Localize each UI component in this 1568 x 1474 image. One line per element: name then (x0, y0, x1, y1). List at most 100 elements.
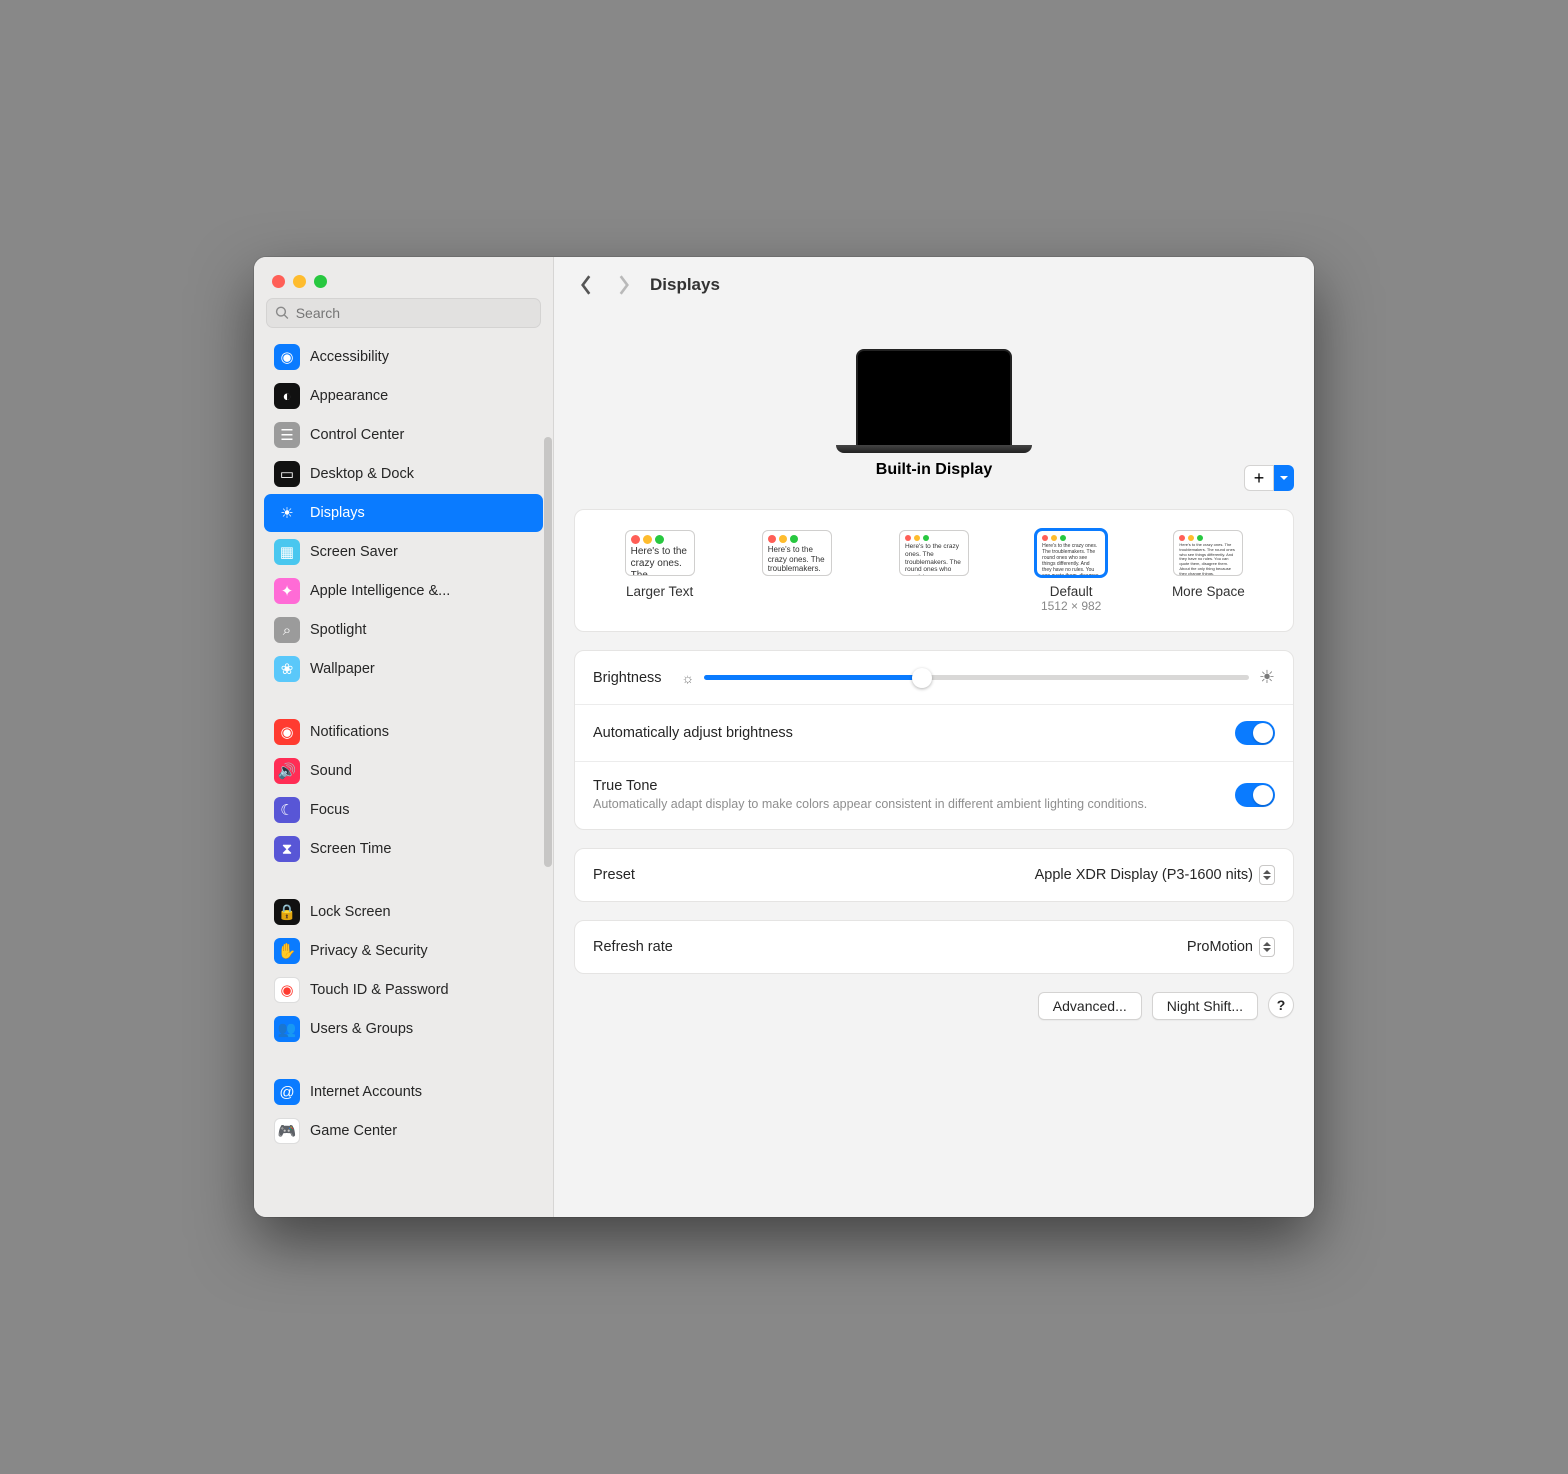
sidebar-item-label: Displays (310, 505, 365, 521)
sidebar-item-label: Game Center (310, 1123, 397, 1139)
fingerprint-icon: ◉ (274, 977, 300, 1003)
sidebar-item-label: Internet Accounts (310, 1084, 422, 1100)
flower-icon: ❀ (274, 656, 300, 682)
brightness-thumb[interactable] (912, 668, 932, 688)
sidebar-item-label: Lock Screen (310, 904, 391, 920)
resolution-option-3[interactable]: Here's to the crazy ones. The troublemak… (1012, 530, 1130, 613)
person-arms-icon: ◉ (274, 344, 300, 370)
add-display-button[interactable]: + (1244, 465, 1274, 491)
sidebar: ◉ Accessibility ◐Appearance☰Control Center… (254, 257, 554, 1217)
true-tone-toggle[interactable] (1235, 783, 1275, 807)
settings-window: ◉ Accessibility ◐Appearance☰Control Center… (254, 257, 1314, 1217)
search-icon (275, 305, 290, 321)
resolution-label: Larger Text (601, 584, 719, 599)
resolution-options: Here's to the crazy ones. The troublemak… (575, 510, 1293, 631)
sidebar-item-desktop-dock[interactable]: ▭ Desktop & Dock (264, 455, 543, 493)
brightness-track[interactable] (704, 675, 1249, 680)
resolution-thumb: Here's to the crazy ones. The troublemak… (1036, 530, 1106, 576)
sidebar-item-appearance[interactable]: ◐Appearance (264, 377, 543, 415)
sidebar-item-displays[interactable]: ☀ Displays (264, 494, 543, 532)
sidebar-item-game-center[interactable]: 🎮 Game Center (264, 1112, 543, 1150)
sidebar-item-notifications[interactable]: ◉Notifications (264, 713, 543, 751)
night-shift-button[interactable]: Night Shift... (1152, 992, 1258, 1020)
page-title: Displays (650, 275, 720, 295)
minimize-window-button[interactable] (293, 275, 306, 288)
sidebar-item-label: Users & Groups (310, 1021, 413, 1037)
resolution-thumb: Here's to the crazy ones. The troublemak… (899, 530, 969, 576)
sidebar-item-touch-id-password[interactable]: ◉ Touch ID & Password (264, 971, 543, 1009)
sidebar-item-label: Touch ID & Password (310, 982, 449, 998)
gamepad-icon: 🎮 (274, 1118, 300, 1144)
resolution-option-0[interactable]: Here's to the crazy ones. The troublemak… (601, 530, 719, 599)
sidebar-item-privacy-security[interactable]: ✋Privacy & Security (264, 932, 543, 970)
sidebar-item-users-groups[interactable]: 👥 Users & Groups (264, 1010, 543, 1048)
sidebar-item-label: Accessibility (310, 349, 389, 365)
sidebar-item-wallpaper[interactable]: ❀ Wallpaper (264, 650, 543, 688)
sidebar-item-accessibility[interactable]: ◉ Accessibility (264, 338, 543, 376)
brightness-label: Brightness (593, 670, 662, 686)
sidebar-item-label: Sound (310, 763, 352, 779)
resolution-option-1[interactable]: Here's to the crazy ones. The troublemak… (738, 530, 856, 599)
window-icon: ▭ (274, 461, 300, 487)
preset-panel: Preset Apple XDR Display (P3-1600 nits) (574, 848, 1294, 902)
photo-icon: ▦ (274, 539, 300, 565)
footer-buttons: Advanced... Night Shift... ? (574, 992, 1294, 1020)
auto-brightness-toggle[interactable] (1235, 721, 1275, 745)
sidebar-item-control-center[interactable]: ☰Control Center (264, 416, 543, 454)
true-tone-description: Automatically adapt display to make colo… (593, 796, 1153, 813)
laptop-icon (856, 349, 1012, 447)
window-controls (254, 257, 553, 298)
sidebar-item-sound[interactable]: 🔊 Sound (264, 752, 543, 790)
close-window-button[interactable] (272, 275, 285, 288)
preset-select[interactable]: Apple XDR Display (P3-1600 nits) (1035, 865, 1275, 885)
resolution-thumb: Here's to the crazy ones. The troublemak… (1173, 530, 1243, 576)
sidebar-item-screen-time[interactable]: ⧗Screen Time (264, 830, 543, 868)
hand-icon: ✋ (274, 938, 300, 964)
preset-label: Preset (593, 867, 635, 883)
refresh-panel: Refresh rate ProMotion (574, 920, 1294, 974)
resolution-label: More Space (1149, 584, 1267, 599)
display-name: Built-in Display (574, 461, 1294, 479)
maximize-window-button[interactable] (314, 275, 327, 288)
stepper-icon (1259, 865, 1275, 885)
sidebar-item-lock-screen[interactable]: 🔒Lock Screen (264, 893, 543, 931)
preset-value: Apple XDR Display (P3-1600 nits) (1035, 867, 1253, 883)
sidebar-item-spotlight[interactable]: ⌕ Spotlight (264, 611, 543, 649)
advanced-button[interactable]: Advanced... (1038, 992, 1142, 1020)
moon-icon: ☾ (274, 797, 300, 823)
sidebar-item-label: Desktop & Dock (310, 466, 414, 482)
speaker-icon: 🔊 (274, 758, 300, 784)
sidebar-item-apple-intelligence-[interactable]: ✦Apple Intelligence &... (264, 572, 543, 610)
resolution-thumb: Here's to the crazy ones. The troublemak… (762, 530, 832, 576)
add-display-control: + (1244, 465, 1294, 491)
search-input[interactable] (296, 305, 532, 321)
forward-button[interactable] (612, 273, 636, 297)
display-preview: Built-in Display + (574, 313, 1294, 491)
sidebar-scrollbar[interactable] (544, 437, 552, 867)
auto-brightness-label: Automatically adjust brightness (593, 725, 793, 741)
refresh-select[interactable]: ProMotion (1187, 937, 1275, 957)
back-button[interactable] (574, 273, 598, 297)
refresh-label: Refresh rate (593, 939, 673, 955)
sidebar-item-label: Apple Intelligence &... (310, 583, 450, 599)
toolbar: Displays (554, 257, 1314, 313)
add-display-menu[interactable] (1274, 465, 1294, 491)
half-circle-icon: ◐ (274, 383, 300, 409)
people-icon: 👥 (274, 1016, 300, 1042)
help-button[interactable]: ? (1268, 992, 1294, 1018)
resolution-panel: Here's to the crazy ones. The troublemak… (574, 509, 1294, 632)
brightness-panel: Brightness ☼ ☀ Automatically adjust brig… (574, 650, 1294, 830)
sidebar-item-label: Wallpaper (310, 661, 375, 677)
resolution-option-4[interactable]: Here's to the crazy ones. The troublemak… (1149, 530, 1267, 599)
sidebar-item-label: Spotlight (310, 622, 366, 638)
resolution-option-2[interactable]: Here's to the crazy ones. The troublemak… (875, 530, 993, 599)
search-field[interactable] (266, 298, 541, 328)
sliders-icon: ☰ (274, 422, 300, 448)
magnifier-icon: ⌕ (274, 617, 300, 643)
sun-icon: ☀ (274, 500, 300, 526)
brightness-slider[interactable]: ☼ ☀ (682, 667, 1275, 688)
sidebar-item-focus[interactable]: ☾Focus (264, 791, 543, 829)
sidebar-item-internet-accounts[interactable]: @Internet Accounts (264, 1073, 543, 1111)
chevron-down-icon (1279, 473, 1289, 483)
sidebar-item-screen-saver[interactable]: ▦Screen Saver (264, 533, 543, 571)
